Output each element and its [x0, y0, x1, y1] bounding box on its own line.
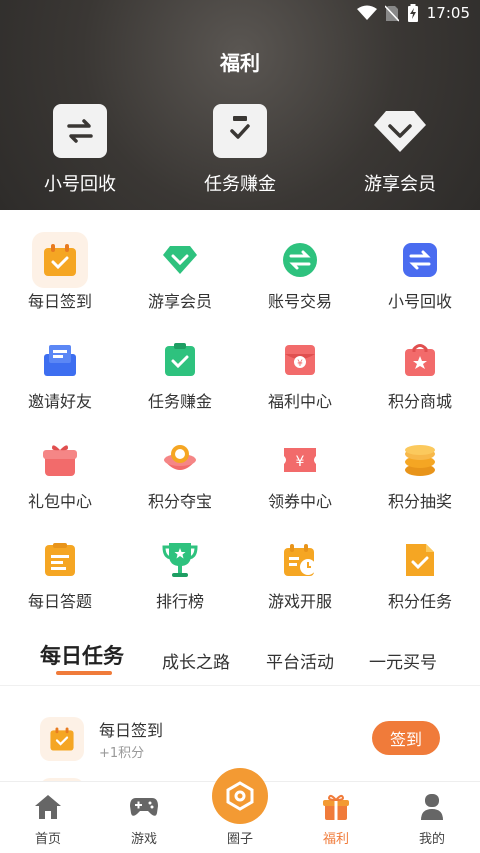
hero-label: 小号回收 [44, 174, 116, 195]
task-item-daily-checkin: 每日签到 +1积分 签到 [40, 715, 440, 763]
home-icon [8, 792, 88, 822]
checkin-button[interactable]: 签到 [372, 721, 440, 755]
grid-item-points-mall[interactable]: 积分商城 [360, 332, 480, 412]
task-tabs: 每日任务 成长之路 平台活动 一元买号 [0, 640, 480, 686]
grid-item-points-lottery[interactable]: 积分抽奖 [360, 432, 480, 512]
quiz-icon [32, 532, 88, 588]
nav-label: 我的 [418, 832, 445, 847]
nav-welfare[interactable]: 福利 [296, 792, 376, 847]
hero-item-task-earn[interactable]: 任务赚金 [185, 104, 295, 196]
no-sim-icon [384, 4, 399, 22]
nav-games[interactable]: 游戏 [104, 792, 184, 847]
trophy-icon [152, 532, 208, 588]
bottom-nav: 首页 游戏 圈子 福利 我的 [0, 768, 480, 853]
treasure-icon [152, 432, 208, 488]
status-time: 17:05 [426, 4, 470, 22]
envelope-icon [32, 332, 88, 388]
calendar-clock-icon [272, 532, 328, 588]
clipboard-check-icon [213, 104, 267, 158]
swap-icon [53, 104, 107, 158]
diamond-icon [152, 232, 208, 288]
coin-stack-icon [392, 432, 448, 488]
clipboard-check-icon [152, 332, 208, 388]
swap-icon [392, 232, 448, 288]
grid-item-account-trade[interactable]: 账号交易 [240, 232, 360, 312]
svg-text:¥: ¥ [297, 359, 303, 369]
grid-item-daily-checkin[interactable]: 每日签到 [0, 232, 120, 312]
grid-label: 每日签到 [27, 292, 92, 311]
grid-label: 积分抽奖 [387, 492, 452, 511]
grid-label: 每日答题 [27, 592, 92, 611]
grid-item-gift-center[interactable]: 礼包中心 [0, 432, 120, 512]
grid-label: 小号回收 [387, 292, 452, 311]
svg-text:¥: ¥ [296, 454, 305, 470]
shop-bag-icon [392, 332, 448, 388]
user-icon [392, 792, 472, 822]
grid-label: 排行榜 [155, 592, 204, 611]
grid-label: 领券中心 [267, 492, 332, 511]
hero-label: 任务赚金 [204, 174, 276, 195]
grid-item-vip[interactable]: 游享会员 [120, 232, 240, 312]
grid-label: 任务赚金 [147, 392, 212, 411]
nav-label: 圈子 [226, 832, 253, 847]
tab-one-yuan-account[interactable]: 一元买号 [369, 648, 437, 673]
grid-item-account-recycle[interactable]: 小号回收 [360, 232, 480, 312]
gift-icon [32, 432, 88, 488]
task-doc-icon [392, 532, 448, 588]
battery-charging-icon [407, 4, 418, 22]
grid-item-invite-friends[interactable]: 邀请好友 [0, 332, 120, 412]
tab-growth-path[interactable]: 成长之路 [162, 648, 230, 673]
coupon-icon: ¥ [272, 432, 328, 488]
nav-label: 游戏 [130, 832, 157, 847]
gamepad-icon [104, 792, 184, 822]
nav-profile[interactable]: 我的 [392, 792, 472, 847]
grid-item-welfare-center[interactable]: ¥ 福利中心 [240, 332, 360, 412]
grid-item-task-earn[interactable]: 任务赚金 [120, 332, 240, 412]
diamond-icon [373, 104, 427, 158]
tab-platform-events[interactable]: 平台活动 [266, 648, 334, 673]
grid-item-leaderboard[interactable]: 排行榜 [120, 532, 240, 612]
wifi-icon [356, 5, 377, 20]
grid-label: 账号交易 [267, 292, 332, 311]
grid-item-coupon-center[interactable]: ¥ 领券中心 [240, 432, 360, 512]
task-reward: +1积分 [99, 746, 145, 761]
grid-label: 积分任务 [387, 592, 452, 611]
tab-underline [56, 671, 112, 675]
hero-label: 游享会员 [364, 174, 436, 195]
hero-item-vip[interactable]: 游享会员 [345, 104, 455, 196]
grid-label: 礼包中心 [27, 492, 92, 511]
grid-label: 游享会员 [147, 292, 212, 311]
grid-item-daily-quiz[interactable]: 每日答题 [0, 532, 120, 612]
nav-label: 首页 [34, 832, 61, 847]
grid-item-points-treasure[interactable]: 积分夺宝 [120, 432, 240, 512]
nav-home[interactable]: 首页 [8, 792, 88, 847]
grid-label: 福利中心 [267, 392, 332, 411]
tab-daily-tasks[interactable]: 每日任务 [40, 640, 124, 670]
page-title: 福利 [220, 51, 260, 75]
exchange-icon [272, 232, 328, 288]
grid-label: 积分商城 [387, 392, 452, 411]
hexagon-icon [226, 781, 254, 811]
nav-circle-button[interactable] [212, 768, 268, 824]
calendar-check-icon [40, 717, 84, 761]
grid-item-game-launch[interactable]: 游戏开服 [240, 532, 360, 612]
calendar-check-icon [32, 232, 88, 288]
task-title: 每日签到 [99, 721, 164, 740]
grid-label: 游戏开服 [267, 592, 332, 611]
status-bar: 17:05 [0, 0, 480, 26]
hero-item-account-recycle[interactable]: 小号回收 [25, 104, 135, 196]
nav-label: 福利 [322, 832, 349, 847]
gift-icon [296, 792, 376, 822]
header: 17:05 福利 小号回收 任务赚金 游享会员 [0, 0, 480, 210]
grid-item-points-task[interactable]: 积分任务 [360, 532, 480, 612]
red-envelope-icon: ¥ [272, 332, 328, 388]
grid-label: 积分夺宝 [147, 492, 212, 511]
grid-label: 邀请好友 [27, 392, 92, 411]
